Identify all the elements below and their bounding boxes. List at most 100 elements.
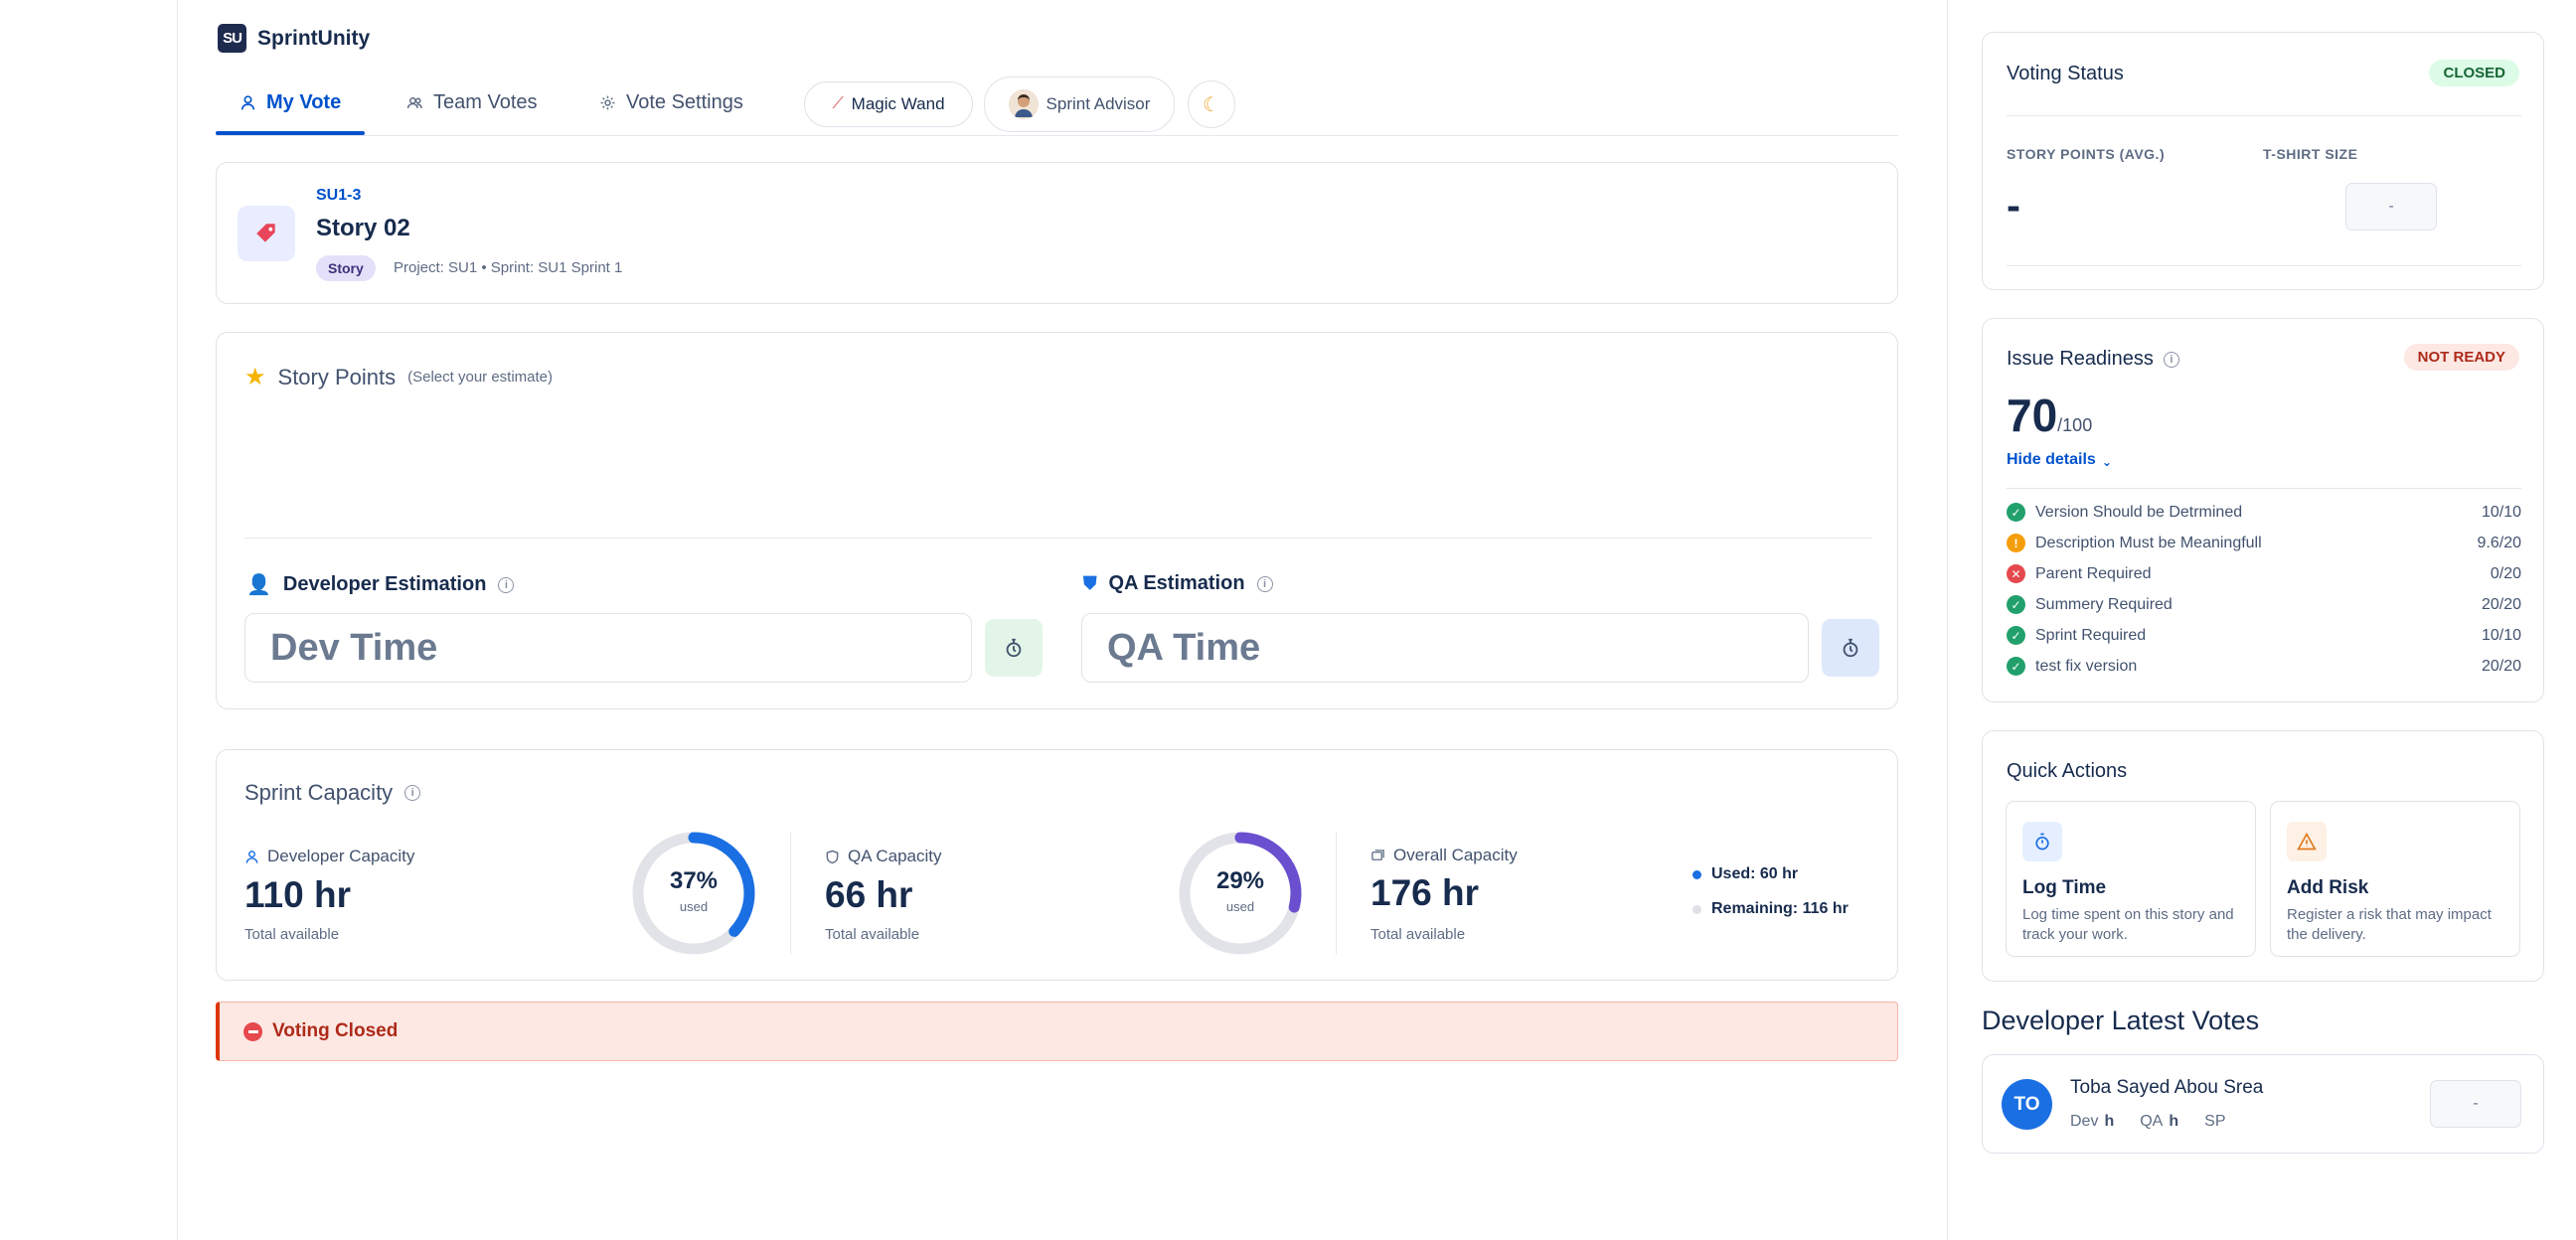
stopwatch-icon bbox=[2022, 822, 2062, 861]
remaining-dot bbox=[1692, 904, 1701, 914]
user-icon bbox=[245, 850, 258, 863]
stopwatch-icon bbox=[1843, 638, 1858, 658]
label-text: Developer Capacity bbox=[267, 847, 415, 865]
check-icon: ✓ bbox=[2007, 626, 2025, 645]
remaining-text: Remaining: 116 hr bbox=[1711, 900, 1849, 917]
readiness-item: ✓ test fix version 20/20 bbox=[2007, 651, 2521, 682]
shield-icon: ⛊ bbox=[1083, 573, 1097, 593]
tab-team-votes[interactable]: Team Votes bbox=[406, 91, 538, 114]
dev-timer-button[interactable] bbox=[985, 619, 1043, 677]
voting-status-title: Voting Status bbox=[2007, 63, 2124, 84]
qa-timer-button[interactable] bbox=[1822, 619, 1879, 677]
info-icon[interactable]: i bbox=[498, 576, 515, 593]
readiness-title: Issue Readiness bbox=[2007, 348, 2154, 370]
developer-capacity-donut: 37% used bbox=[630, 830, 757, 957]
readiness-item-name: Sprint Required bbox=[2035, 626, 2147, 644]
check-icon: ✓ bbox=[2007, 595, 2025, 614]
sp-label: SP bbox=[2204, 1113, 2226, 1130]
tab-label: My Vote bbox=[266, 91, 342, 113]
gear-icon bbox=[600, 95, 615, 110]
dev-label: Dev bbox=[2070, 1113, 2099, 1130]
app-title: SprintUnity bbox=[257, 27, 371, 50]
advisor-avatar bbox=[1008, 89, 1039, 119]
score-out-of: /100 bbox=[2057, 415, 2093, 435]
main-panel: SU SprintUnity My Vote Team Votes Vote S… bbox=[177, 0, 1948, 1240]
warning-icon bbox=[2287, 822, 2327, 861]
voter-name: Toba Sayed Abou Srea bbox=[2070, 1077, 2264, 1098]
qa-capacity-label: QA Capacity bbox=[825, 847, 942, 866]
alert-text: Voting Closed bbox=[272, 1020, 399, 1041]
star-icon: ★ bbox=[244, 364, 266, 390]
qa-time-input[interactable]: QA Time bbox=[1081, 613, 1809, 683]
magic-wand-button[interactable]: ⟋ Magic Wand bbox=[804, 81, 973, 127]
tab-my-vote[interactable]: My Vote bbox=[240, 91, 341, 114]
score-value: 70 bbox=[2007, 389, 2058, 441]
log-time-title: Log Time bbox=[2022, 877, 2107, 898]
add-risk-action[interactable]: Add Risk Register a risk that may impact… bbox=[2270, 801, 2520, 957]
qa-unit: h bbox=[2169, 1113, 2179, 1130]
capacity-divider bbox=[790, 832, 791, 955]
add-risk-title: Add Risk bbox=[2287, 877, 2369, 898]
issue-readiness-card: Issue Readiness i NOT READY 70 /100 Hide… bbox=[1982, 318, 2544, 702]
check-icon: ✓ bbox=[2007, 503, 2025, 522]
log-time-action[interactable]: Log Time Log time spent on this story an… bbox=[2006, 801, 2256, 957]
capacity-title: Sprint Capacity bbox=[244, 780, 394, 805]
hide-details-toggle[interactable]: Hide details ⌄ bbox=[2007, 451, 2112, 469]
vote-entry-card: TO Toba Sayed Abou Srea Dev h QA h SP - bbox=[1982, 1054, 2544, 1154]
moon-icon: ☾ bbox=[1203, 93, 1220, 116]
tabs-divider bbox=[216, 135, 1898, 136]
readiness-item-score: 0/20 bbox=[2490, 564, 2521, 582]
qa-capacity-value: 66 hr bbox=[825, 874, 913, 915]
overall-capacity-label: Overall Capacity bbox=[1370, 846, 1518, 865]
capacity-header: Sprint Capacity i bbox=[244, 780, 421, 806]
donut-used-label: used bbox=[679, 899, 709, 914]
readiness-item: ✓ Sprint Required 10/10 bbox=[2007, 620, 2521, 651]
story-points-header: ★ Story Points (Select your estimate) bbox=[244, 363, 553, 391]
users-icon bbox=[406, 96, 422, 108]
dev-time-input[interactable]: Dev Time bbox=[244, 613, 972, 683]
issue-title: Story 02 bbox=[316, 215, 410, 241]
divider bbox=[2007, 115, 2521, 116]
divider bbox=[2007, 265, 2521, 266]
issue-key-link[interactable]: SU1-3 bbox=[316, 187, 361, 205]
readiness-item-name: Description Must be Meaningfull bbox=[2035, 534, 2262, 551]
readiness-list: ✓ Version Should be Detrmined 10/10! Descri… bbox=[2007, 497, 2521, 682]
issue-card: SU1-3 Story 02 Story Project: SU1 • Spri… bbox=[216, 162, 1898, 304]
sprint-advisor-button[interactable]: Sprint Advisor bbox=[984, 77, 1175, 132]
capacity-divider bbox=[1336, 832, 1337, 955]
readiness-item-score: 20/20 bbox=[2481, 595, 2521, 613]
voting-status-badge: CLOSED bbox=[2429, 60, 2519, 86]
page: SU SprintUnity My Vote Team Votes Vote S… bbox=[0, 0, 2576, 1240]
developer-icon: 👤 bbox=[246, 574, 271, 596]
avatar: TO bbox=[2002, 1079, 2052, 1130]
readiness-item: ✕ Parent Required 0/20 bbox=[2007, 558, 2521, 589]
layers-icon bbox=[1371, 849, 1384, 860]
qa-estimation-title: QA Estimation bbox=[1108, 572, 1245, 594]
info-icon[interactable]: i bbox=[1256, 575, 1273, 592]
info-icon[interactable]: i bbox=[2163, 351, 2179, 368]
dev-estimation-header: 👤 Developer Estimation i bbox=[246, 572, 515, 597]
info-icon[interactable]: i bbox=[404, 785, 421, 801]
user-icon bbox=[241, 95, 255, 110]
magic-wand-icon: ⟋ bbox=[832, 95, 844, 112]
tab-vote-settings[interactable]: Vote Settings bbox=[599, 91, 743, 114]
stopwatch-icon bbox=[1006, 638, 1022, 658]
readiness-item-score: 10/10 bbox=[2481, 626, 2521, 644]
dev-unit: h bbox=[2104, 1113, 2115, 1130]
app-logo: SU bbox=[218, 24, 246, 53]
readiness-header: Issue Readiness i bbox=[2007, 348, 2179, 371]
dev-estimation-title: Developer Estimation bbox=[282, 573, 487, 595]
active-tab-indicator bbox=[216, 131, 365, 135]
story-points-avg-value: - bbox=[2007, 182, 2020, 229]
estimation-card: ★ Story Points (Select your estimate) 12… bbox=[216, 332, 1898, 839]
theme-toggle-button[interactable]: ☾ bbox=[1188, 80, 1235, 128]
story-points-title: Story Points bbox=[277, 364, 397, 389]
latest-votes-title: Developer Latest Votes bbox=[1982, 1006, 2260, 1035]
readiness-item: ! Description Must be Meaningfull 9.6/20 bbox=[2007, 528, 2521, 558]
remaining-legend: Remaining: 116 hr bbox=[1692, 900, 1849, 918]
check-icon: ✓ bbox=[2007, 657, 2025, 676]
divider bbox=[2007, 488, 2521, 489]
readiness-item: ✓ Summery Required 20/20 bbox=[2007, 589, 2521, 620]
error-icon: ✕ bbox=[2007, 564, 2025, 583]
label-text: QA Capacity bbox=[848, 847, 942, 865]
